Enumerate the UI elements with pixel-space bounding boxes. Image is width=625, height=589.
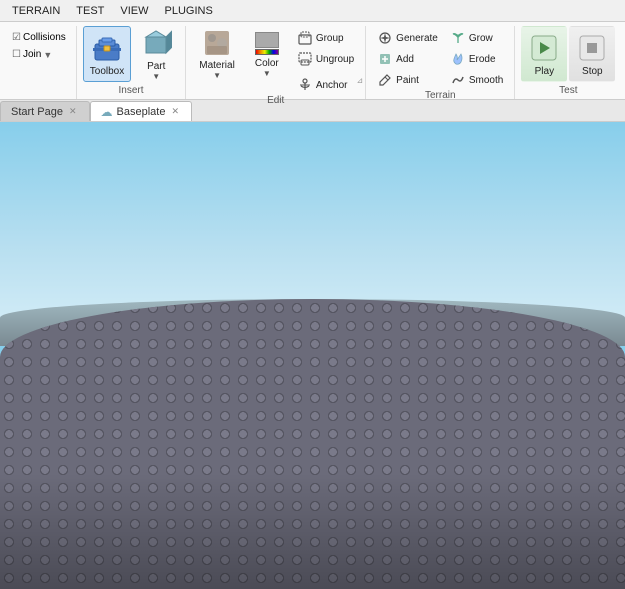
menu-view[interactable]: VIEW [112,3,156,19]
menu-terrain[interactable]: TERRAIN [4,3,68,19]
menu-test[interactable]: TEST [68,3,112,19]
smooth-label: Smooth [469,75,503,86]
tab-baseplate-label: Baseplate [117,106,166,118]
toolbox-button[interactable]: Toolbox [83,26,131,82]
paint-button[interactable]: Paint [372,70,443,90]
part-button[interactable]: Part ▼ [133,26,179,82]
color-label: Color [255,58,279,69]
menu-plugins[interactable]: PLUGINS [157,3,221,19]
ribbon-section-model: ☑ Collisions ☐ Join ▼ [2,26,77,99]
viewport[interactable] [0,122,625,589]
test-label: Test [521,85,615,99]
stop-label: Stop [582,66,603,77]
generate-button[interactable]: Generate [372,28,443,48]
cloud-icon: ☁ [101,105,113,119]
paint-label: Paint [396,75,419,86]
ribbon: ☑ Collisions ☐ Join ▼ [0,22,625,100]
anchor-icon [297,77,313,93]
anchor-label: Anchor [316,80,348,91]
ribbon-section-test: Play Stop Test [515,26,621,99]
color-icon [251,30,283,56]
menu-bar: TERRAIN TEST VIEW PLUGINS [0,0,625,22]
material-button[interactable]: Material ▼ [192,26,242,82]
group-label: Group [316,33,344,44]
collisions-label: Collisions [23,32,66,43]
terrain-col-left: Generate Add [372,26,443,90]
join-button[interactable]: ☐ Join ▼ [8,47,70,62]
group-icon [297,30,313,46]
join-label: Join [23,49,41,60]
grow-label: Grow [469,33,493,44]
toolbox-icon [91,32,123,64]
terrain-col-right: Grow Erode Smooth [445,26,508,90]
play-button[interactable]: Play [521,26,567,82]
material-label: Material [199,60,235,71]
grow-icon [450,30,466,46]
smooth-icon [450,72,466,88]
play-label: Play [535,66,554,77]
terrain-ground [0,299,625,589]
terrain-label: Terrain [372,90,508,104]
ungroup-icon [297,51,313,67]
erode-button[interactable]: Erode [445,49,508,69]
part-label: Part [147,61,165,72]
add-icon [377,51,393,67]
material-icon [201,28,233,58]
erode-label: Erode [469,54,496,65]
add-label: Add [396,54,414,65]
edit-expand-icon[interactable]: ⊿ [356,76,363,85]
tab-start-page-label: Start Page [11,106,63,118]
ribbon-section-terrain: Generate Add [366,26,515,99]
tab-start-page-close[interactable]: ✕ [67,105,79,118]
stop-icon [576,32,608,64]
ungroup-label: Ungroup [316,54,354,65]
smooth-button[interactable]: Smooth [445,70,508,90]
material-dropdown: ▼ [213,71,221,80]
toolbox-label: Toolbox [90,66,124,77]
part-icon [140,27,172,59]
edit-label: Edit [192,95,359,109]
ribbon-section-edit: Material ▼ Color ▼ [186,26,366,99]
terrain-shadow [0,473,625,589]
play-icon [528,32,560,64]
collisions-button[interactable]: ☑ Collisions [8,30,70,45]
tab-baseplate-close[interactable]: ✕ [169,105,181,118]
erode-icon [450,51,466,67]
tab-start-page[interactable]: Start Page ✕ [0,101,90,121]
model-section-label [8,96,70,99]
add-button[interactable]: Add [372,49,443,69]
paint-icon [377,72,393,88]
edit-small-col: Group Ungroup [292,26,359,95]
stop-button[interactable]: Stop [569,26,615,82]
tab-baseplate[interactable]: ☁ Baseplate ✕ [90,101,192,121]
generate-label: Generate [396,33,438,44]
anchor-button[interactable]: Anchor [292,75,359,95]
part-dropdown-arrow: ▼ [152,72,160,81]
ungroup-button[interactable]: Ungroup [292,49,359,69]
color-button[interactable]: Color ▼ [244,26,290,82]
insert-label: Insert [83,85,179,99]
color-dropdown: ▼ [263,69,271,78]
group-button[interactable]: Group [292,28,359,48]
ribbon-section-insert: Toolbox Part ▼ Insert [77,26,186,99]
grow-button[interactable]: Grow [445,28,508,48]
generate-icon [377,30,393,46]
